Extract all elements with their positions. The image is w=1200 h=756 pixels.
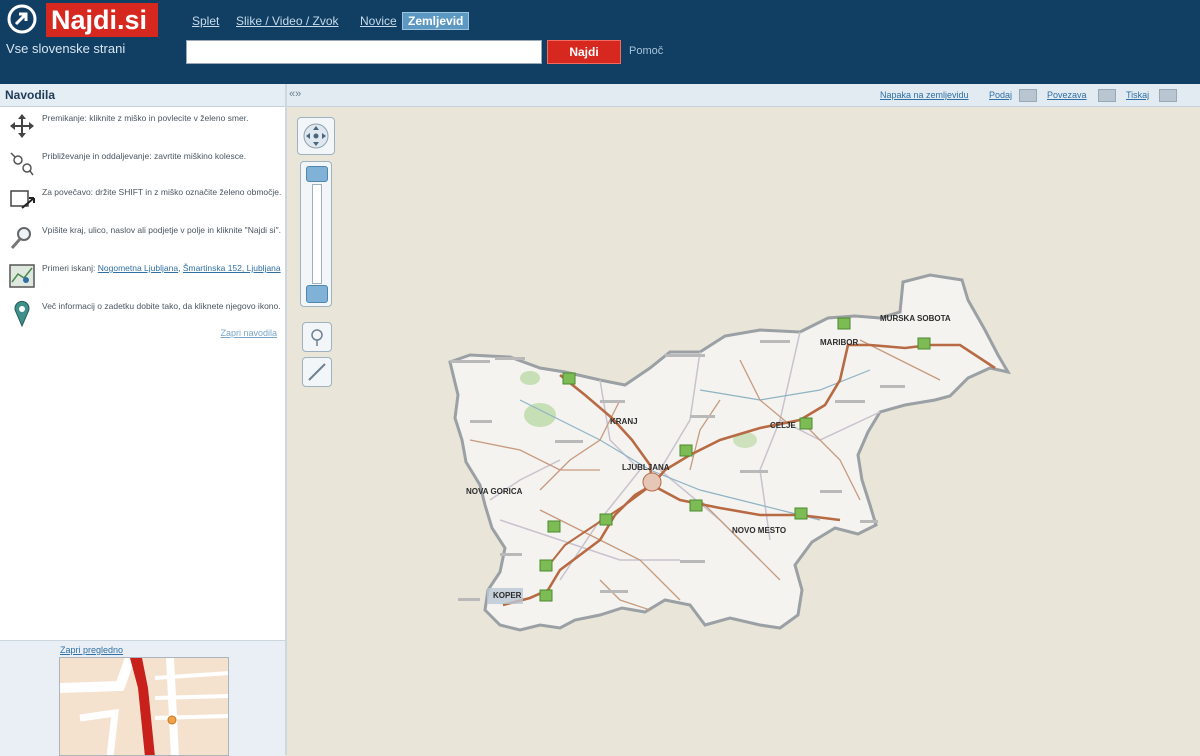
example-link-1[interactable]: Nogometna Ljubljana bbox=[98, 263, 178, 273]
example-link-2[interactable]: Šmartinska 152, Ljubljana bbox=[183, 263, 281, 273]
overview-map-graphic bbox=[60, 658, 228, 755]
magnifier-icon bbox=[10, 227, 31, 249]
report-error-link[interactable]: Napaka na zemljevidu bbox=[880, 90, 969, 100]
forest-area bbox=[520, 371, 540, 385]
logo[interactable]: Najdi.si bbox=[6, 3, 158, 39]
link-link[interactable]: Povezava bbox=[1047, 90, 1087, 100]
nav-splet[interactable]: Splet bbox=[192, 14, 219, 28]
label-murska-sobota: MURSKA SOBOTA bbox=[880, 314, 951, 323]
nav-novice[interactable]: Novice bbox=[360, 14, 397, 28]
instruction-examples: Primeri iskanj: Nogometna Ljubljana, Šma… bbox=[6, 262, 281, 296]
header: Najdi.si Vse slovenske strani Splet Slik… bbox=[0, 0, 1200, 84]
instruction-move: Premikanje: kliknite z miško in povlecit… bbox=[6, 112, 281, 146]
instruction-zoom: Približevanje in oddaljevanje: zavrtite … bbox=[6, 150, 281, 184]
label-maribor: MARIBOR bbox=[820, 338, 858, 347]
link-icon[interactable] bbox=[1098, 89, 1116, 102]
close-help-link[interactable]: Zapri navodila bbox=[220, 328, 277, 338]
zoom-icon bbox=[10, 152, 34, 176]
overview-panel: Zapri pregledno bbox=[0, 640, 285, 756]
sidebar-header: Navodila bbox=[0, 84, 285, 107]
sidebar-title: Navodila bbox=[5, 88, 56, 102]
examples-prefix: Primeri iskanj: bbox=[42, 263, 96, 273]
nav-zemljevid[interactable]: Zemljevid bbox=[402, 12, 470, 30]
instruction-select: Za povečavo: držite SHIFT in z miško ozn… bbox=[6, 186, 281, 220]
nav-slike-video-zvok[interactable]: Slike / Video / Zvok bbox=[236, 14, 339, 28]
logo-arrow-icon bbox=[7, 4, 37, 34]
share-link[interactable]: Podaj bbox=[989, 90, 1012, 100]
sidebar: Navodila Premikanje: kliknite z miško in… bbox=[0, 84, 287, 756]
share-icon[interactable] bbox=[1019, 89, 1037, 102]
instruction-text: Vpišite kraj, ulico, naslov ali podjetje… bbox=[42, 225, 281, 235]
info-pin-icon bbox=[14, 300, 30, 328]
map-toolbar: «» Napaka na zemljevidu Podaj Povezava T… bbox=[287, 84, 1200, 107]
help-link[interactable]: Pomoč bbox=[629, 45, 663, 57]
print-icon[interactable] bbox=[1159, 89, 1177, 102]
logo-text: Najdi.si bbox=[46, 3, 158, 37]
label-ljubljana: LJUBLJANA bbox=[622, 463, 670, 472]
print-link[interactable]: Tiskaj bbox=[1126, 90, 1149, 100]
search-button[interactable]: Najdi bbox=[547, 40, 621, 64]
instruction-text: Premikanje: kliknite z miško in povlecit… bbox=[42, 113, 249, 123]
label-nova-gorica: NOVA GORICA bbox=[466, 487, 523, 496]
overview-map[interactable] bbox=[59, 657, 229, 756]
overview-label[interactable]: Zapri pregledno bbox=[60, 645, 123, 655]
instruction-text: Več informacij o zadetku dobite tako, da… bbox=[42, 301, 281, 311]
instruction-text: Približevanje in oddaljevanje: zavrtite … bbox=[42, 151, 247, 161]
select-area-icon bbox=[10, 190, 35, 209]
move-arrows-icon bbox=[10, 114, 34, 138]
instruction-text: Za povečavo: držite SHIFT in z miško ozn… bbox=[42, 187, 282, 197]
instruction-text: Primeri iskanj: Nogometna Ljubljana, Šma… bbox=[42, 263, 281, 273]
slovenia-map: MURSKA SOBOTA MARIBOR KRANJ LJUBLJANA NO… bbox=[448, 273, 1012, 632]
map-canvas[interactable]: MURSKA SOBOTA MARIBOR KRANJ LJUBLJANA NO… bbox=[287, 107, 1200, 755]
tagline: Vse slovenske strani bbox=[6, 41, 126, 56]
label-novo-mesto: NOVO MESTO bbox=[732, 526, 786, 535]
slovenia-land bbox=[448, 273, 1012, 632]
label-kranj: KRANJ bbox=[610, 417, 638, 426]
label-koper: KOPER bbox=[493, 591, 522, 600]
collapse-sidebar-button[interactable]: «» bbox=[289, 88, 301, 100]
label-celje: CELJE bbox=[770, 421, 796, 430]
search-input[interactable] bbox=[186, 40, 542, 64]
map-view-icon bbox=[9, 264, 35, 288]
instruction-search: Vpišite kraj, ulico, naslov ali podjetje… bbox=[6, 224, 281, 258]
ljubljana-urban-area bbox=[642, 472, 662, 492]
